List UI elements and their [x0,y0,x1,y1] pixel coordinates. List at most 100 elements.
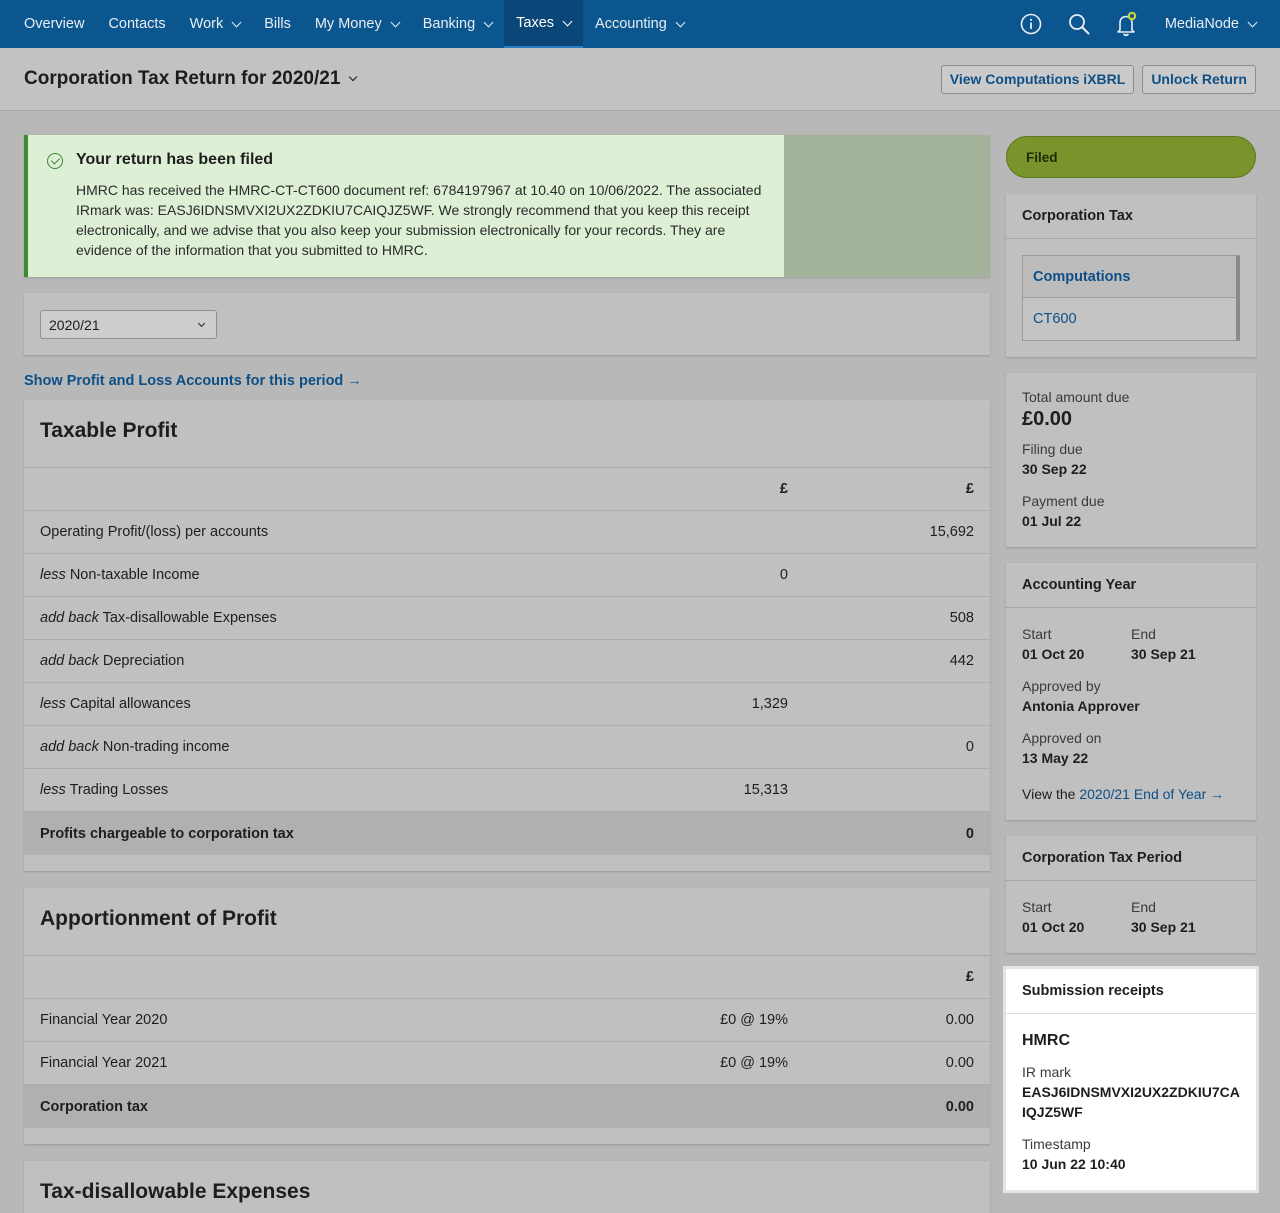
approved-by-value: Antonia Approver [1022,698,1140,714]
approved-by-label: Approved by [1022,678,1101,694]
start-label: Start [1022,626,1052,642]
card-title: Corporation Tax Period [1006,836,1256,881]
card-title: Submission receipts [1006,969,1256,1014]
chevron-down-icon [1247,17,1258,27]
nav-label: Bills [264,16,291,32]
corporation-tax-card: Corporation Tax Computations CT600 [1006,194,1256,357]
user-menu[interactable]: MediaNode [1164,16,1258,32]
nav-banking[interactable]: Banking [411,0,504,48]
nav-label: Accounting [595,16,667,32]
disallowable-expenses-card: Tax-disallowable Expenses [24,1161,990,1213]
check-circle-icon [47,153,63,169]
row-label: less Non-taxable Income [40,567,588,583]
bell-icon[interactable] [1115,11,1139,37]
end-label: End [1131,899,1156,915]
row-label: add back Tax-disallowable Expenses [40,610,588,626]
chevron-down-icon [675,17,686,27]
row-prefix: add back [40,610,99,626]
chevron-down-icon [231,17,242,27]
payment-due-value: 01 Jul 22 [1022,513,1082,529]
nav-work[interactable]: Work [178,0,253,48]
main-content: Your return has been filed HMRC has rece… [24,135,990,1213]
start-value: 01 Oct 20 [1022,646,1085,662]
section-title: Apportionment of Profit [24,888,990,956]
end-of-year-link[interactable]: 2020/21 End of Year → [1079,786,1224,802]
page-title[interactable]: Corporation Tax Return for 2020/21 [24,68,358,90]
return-links: Computations CT600 [1022,255,1240,341]
row-label-text: Tax-disallowable Expenses [102,610,277,626]
row-label: Profits chargeable to corporation tax [40,825,294,842]
end-value: 30 Sep 21 [1131,646,1196,662]
nav-tools: MediaNode [995,0,1280,48]
filing-due-label: Filing due [1022,441,1083,457]
chevron-down-icon [483,17,494,27]
chevron-down-icon [197,319,206,327]
ct600-link[interactable]: CT600 [1023,298,1236,340]
table-row: less Trading Losses 15,313 [24,769,990,812]
user-name: MediaNode [1164,16,1239,32]
chevron-down-icon [562,16,573,26]
nav-label: My Money [314,16,382,32]
row-prefix: less [40,696,66,712]
nav-my-money[interactable]: My Money [303,0,411,48]
table-row: Financial Year 2021 £0 @ 19% 0.00 [24,1042,990,1085]
row-label-text: Non-trading income [102,739,230,755]
filed-message: Your return has been filed HMRC has rece… [24,135,784,277]
cell-value: 1,329 [751,696,788,712]
end-value: 30 Sep 21 [1131,919,1196,935]
profit-loss-link[interactable]: Show Profit and Loss Accounts for this p… [24,373,990,391]
end-of-year-prefix: View the [1022,786,1076,802]
total-row: Profits chargeable to corporation tax 0 [24,812,990,855]
row-label-text: Capital allowances [69,696,191,712]
taxable-profit-card: Taxable Profit £ £ Operating Profit/(loss… [24,400,990,871]
nav-overview[interactable]: Overview [12,0,96,48]
sidebar: Filed Corporation Tax Computations CT600… [1006,136,1256,1190]
nav-bills[interactable]: Bills [252,0,303,48]
column-header: £ [965,969,974,985]
start-label: Start [1022,899,1052,915]
nav-label: Banking [422,16,476,32]
row-label: add back Depreciation [40,653,588,669]
end-of-year-text: View the 2020/21 End of Year → [1022,784,1240,804]
nav-accounting[interactable]: Accounting [583,0,696,48]
table-row: less Capital allowances 1,329 [24,683,990,726]
table-row: add back Tax-disallowable Expenses 508 [24,597,990,640]
card-title: Corporation Tax [1006,194,1256,239]
cell-value: 15,692 [929,524,974,540]
nav-taxes[interactable]: Taxes [504,0,584,48]
view-computations-button[interactable]: View Computations iXBRL [940,64,1135,94]
computations-link[interactable]: Computations [1023,256,1236,298]
row-label: Operating Profit/(loss) per accounts [40,524,269,540]
column-header: £ [779,481,788,497]
header-actions: View Computations iXBRL Unlock Return [940,64,1256,94]
table-row: Operating Profit/(loss) per accounts 15,6… [24,511,990,554]
year-selector-card: 2020/21 [24,293,990,355]
page-header: Corporation Tax Return for 2020/21 View … [0,48,1280,111]
cell-value: 0.00 [945,1055,974,1071]
timestamp-label: Timestamp [1022,1136,1091,1152]
row-prefix: less [40,782,66,798]
cell-value: 442 [949,653,974,669]
nav-label: Contacts [108,16,166,32]
cell-value: 0 [965,825,974,842]
cell-value: 0 [779,567,788,583]
filing-due-value: 30 Sep 22 [1022,461,1087,477]
start-value: 01 Oct 20 [1022,919,1085,935]
nav-contacts[interactable]: Contacts [96,0,177,48]
cell-value: 15,313 [743,782,788,798]
tax-period-card: Corporation Tax Period Start 01 Oct 20 En… [1006,836,1256,953]
cell-value: 0.00 [945,1098,974,1115]
filed-text: HMRC has received the HMRC-CT-CT600 docu… [76,182,762,258]
search-icon[interactable] [1067,12,1091,36]
cell-value: 508 [949,610,974,626]
cell-value: £0 @ 19% [720,1055,788,1071]
table-header: £ £ [24,468,990,511]
info-icon[interactable] [1019,12,1043,36]
end-label: End [1131,626,1156,642]
amounts-card: Total amount due £0.00 Filing due 30 Sep… [1006,373,1256,547]
approved-on-label: Approved on [1022,730,1102,746]
year-select-value: 2020/21 [49,316,100,333]
table-row: Financial Year 2020 £0 @ 19% 0.00 [24,999,990,1042]
year-select[interactable]: 2020/21 [40,310,217,339]
unlock-return-button[interactable]: Unlock Return [1142,64,1256,94]
